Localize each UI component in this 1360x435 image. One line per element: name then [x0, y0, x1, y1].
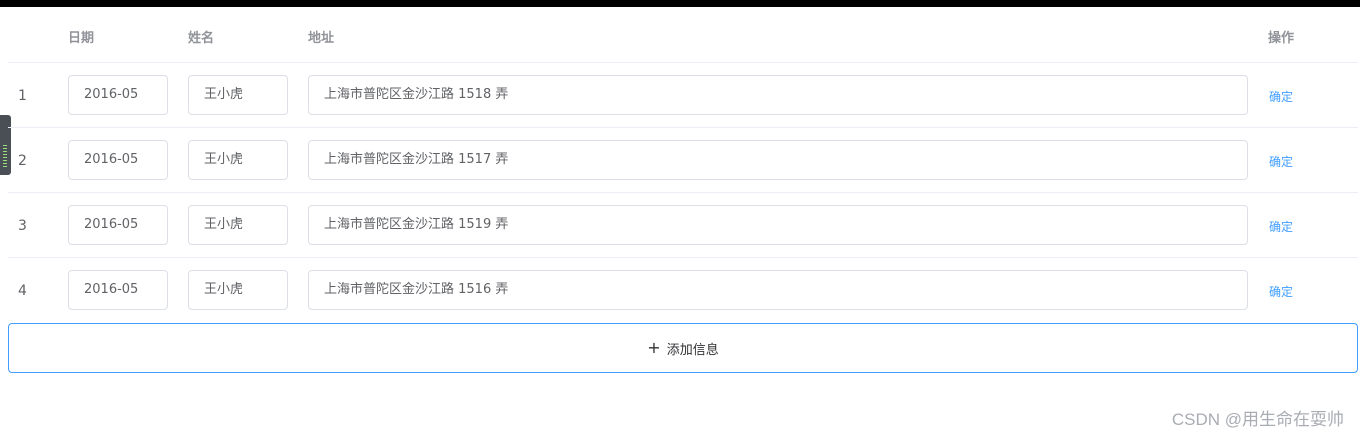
table-row: 2 2016-05 王小虎 上海市普陀区金沙江路 1517 弄 确定 — [8, 128, 1358, 193]
plus-icon: + — [647, 338, 661, 357]
address-input[interactable]: 上海市普陀区金沙江路 1518 弄 — [308, 75, 1248, 115]
date-input[interactable]: 2016-05 — [68, 140, 168, 180]
table-row: 3 2016-05 王小虎 上海市普陀区金沙江路 1519 弄 确定 — [8, 193, 1358, 258]
confirm-link[interactable]: 确定 — [1269, 218, 1293, 235]
editable-table: 日期 姓名 地址 操作 1 2016-05 王小虎 上海市普陀区金沙江路 151… — [8, 7, 1358, 323]
date-input[interactable]: 2016-05 — [68, 75, 168, 115]
confirm-link[interactable]: 确定 — [1269, 88, 1293, 105]
add-info-button[interactable]: + 添加信息 — [8, 323, 1358, 373]
header-name: 姓名 — [188, 31, 215, 46]
header-address: 地址 — [308, 31, 335, 46]
confirm-link[interactable]: 确定 — [1269, 153, 1293, 170]
name-input[interactable]: 王小虎 — [188, 205, 288, 245]
date-input[interactable]: 2016-05 — [68, 205, 168, 245]
confirm-link[interactable]: 确定 — [1269, 283, 1293, 300]
name-input[interactable]: 王小虎 — [188, 270, 288, 310]
row-index: 4 — [18, 283, 27, 299]
address-input[interactable]: 上海市普陀区金沙江路 1516 弄 — [308, 270, 1248, 310]
top-black-bar — [0, 0, 1360, 7]
add-info-label: 添加信息 — [666, 342, 719, 358]
address-input[interactable]: 上海市普陀区金沙江路 1519 弄 — [308, 205, 1248, 245]
header-action: 操作 — [1268, 31, 1295, 46]
level-meter-icon — [3, 145, 7, 167]
row-index: 1 — [18, 88, 27, 104]
date-input[interactable]: 2016-05 — [68, 270, 168, 310]
address-input[interactable]: 上海市普陀区金沙江路 1517 弄 — [308, 140, 1248, 180]
watermark: CSDN @用生命在耍帅 — [1171, 410, 1344, 429]
row-index: 3 — [18, 218, 27, 234]
table-row: 1 2016-05 王小虎 上海市普陀区金沙江路 1518 弄 确定 — [8, 63, 1358, 128]
table-header: 日期 姓名 地址 操作 — [8, 7, 1358, 63]
table-row: 4 2016-05 王小虎 上海市普陀区金沙江路 1516 弄 确定 — [8, 258, 1358, 323]
name-input[interactable]: 王小虎 — [188, 75, 288, 115]
row-index: 2 — [18, 153, 27, 169]
header-date: 日期 — [68, 31, 95, 46]
name-input[interactable]: 王小虎 — [188, 140, 288, 180]
